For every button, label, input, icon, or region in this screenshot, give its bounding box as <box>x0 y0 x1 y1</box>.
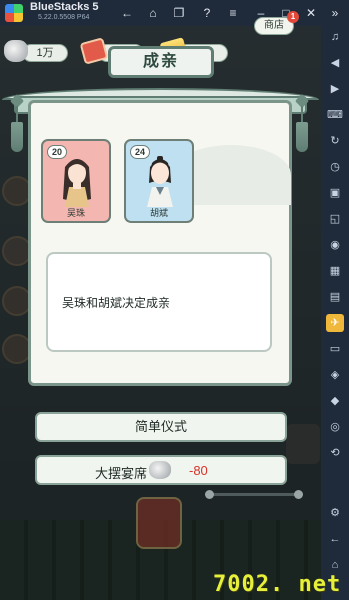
character-card-bride[interactable]: 20 吴珠 <box>41 139 111 223</box>
folder-icon[interactable]: ▤ <box>326 288 344 306</box>
rotate-icon[interactable]: ⟲ <box>326 444 344 462</box>
slider-knob-right[interactable] <box>294 490 303 499</box>
record-icon[interactable]: ▦ <box>326 262 344 280</box>
shop-notification-badge: 1 <box>287 11 299 23</box>
close-icon[interactable]: ✕ <box>302 4 320 22</box>
back-arrow-icon[interactable]: ← <box>118 4 136 22</box>
screenshot-icon[interactable]: ◱ <box>326 210 344 228</box>
message-text: 吴珠和胡斌决定成亲 <box>62 296 171 310</box>
bell-icon[interactable]: ♫ <box>326 28 344 46</box>
multi-instance-icon[interactable]: ❐ <box>170 4 188 22</box>
help-icon[interactable]: ? <box>198 4 216 22</box>
grand-feast-button[interactable]: 大摆宴席 -80 <box>35 455 287 485</box>
simple-ceremony-button[interactable]: 简单仪式 <box>35 412 287 442</box>
settings-icon[interactable]: ⚙ <box>326 504 344 522</box>
silver-count: 1万 <box>22 44 68 62</box>
camera-icon[interactable]: ◉ <box>326 236 344 254</box>
eco-mode-icon[interactable]: ◎ <box>326 418 344 436</box>
clock-icon[interactable]: ◷ <box>326 158 344 176</box>
grand-feast-label: 大摆宴席 <box>95 466 148 481</box>
macro-icon[interactable]: ◈ <box>326 366 344 384</box>
cast-icon[interactable]: ▶ <box>326 80 344 98</box>
silver-ingot-icon <box>4 40 28 62</box>
slider-knob-left[interactable] <box>205 490 214 499</box>
volume-icon[interactable]: ◀ <box>326 54 344 72</box>
app-title: BlueStacks 5 <box>30 1 99 13</box>
script-icon[interactable]: ▭ <box>326 340 344 358</box>
silver-ingot-icon <box>149 461 171 479</box>
dialog-title: 成亲 <box>108 46 214 78</box>
bluestacks-logo-icon <box>5 4 23 22</box>
character-name: 胡斌 <box>149 208 168 218</box>
keyboard-icon[interactable]: ⌨ <box>326 106 344 124</box>
female-portrait-icon <box>63 159 91 207</box>
character-card-groom[interactable]: 24 胡斌 <box>124 139 194 223</box>
bottom-slider[interactable] <box>205 490 303 499</box>
feast-cost: -80 <box>189 463 208 478</box>
layers-icon[interactable]: ◆ <box>326 392 344 410</box>
refresh-icon[interactable]: ↻ <box>326 132 344 150</box>
airplane-icon[interactable]: ✈ <box>326 314 344 332</box>
site-watermark: 7002. net <box>213 572 342 597</box>
android-back-icon[interactable]: ← <box>326 530 344 548</box>
expand-icon[interactable]: » <box>326 4 344 22</box>
install-apk-icon[interactable]: ▣ <box>326 184 344 202</box>
tassel-right <box>294 93 310 154</box>
male-portrait-icon <box>147 156 173 207</box>
app-version: 5.22.0.5508 P64 <box>38 14 90 21</box>
character-name: 吴珠 <box>66 208 85 218</box>
emulator-sidebar: ♫ ◀ ▶ ⌨ ↻ ◷ ▣ ◱ ◉ ▦ ▤ ✈ ▭ ◈ ◆ ◎ ⟲ ⚙ ← ⌂ <box>321 26 349 600</box>
home-icon[interactable]: ⌂ <box>144 4 162 22</box>
menu-icon[interactable]: ≡ <box>224 4 242 22</box>
tassel-left <box>9 93 25 154</box>
